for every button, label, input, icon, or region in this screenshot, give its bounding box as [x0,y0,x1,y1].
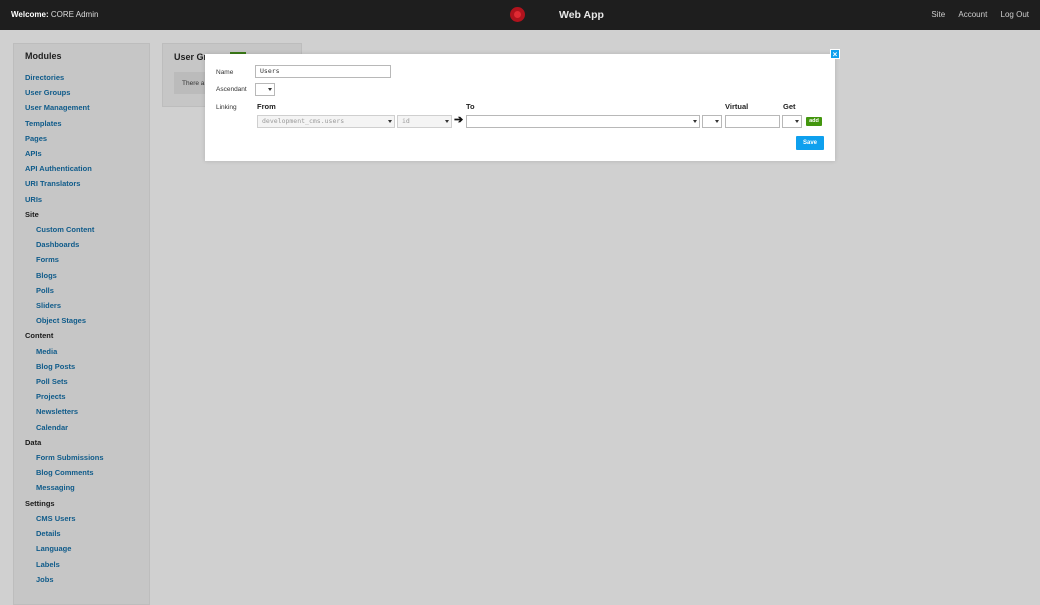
sidebar-section-header: Content [25,331,54,341]
ascendant-label: Ascendant [216,86,247,93]
sidebar-item[interactable]: Poll Sets [25,374,104,389]
sidebar-item[interactable]: Pages [25,131,104,146]
chevron-down-icon [268,88,272,91]
sidebar-item[interactable]: Media [25,344,104,359]
get-select[interactable] [782,115,802,128]
sidebar-item[interactable]: Newsletters [25,404,104,419]
sidebar-item[interactable]: Form Submissions [25,450,104,465]
app-title: Web App [559,9,604,21]
sidebar-section-header: Settings [25,498,55,508]
sidebar-item[interactable]: URI Translators [25,176,104,191]
chevron-down-icon [795,120,799,123]
chevron-down-icon [693,120,697,123]
sidebar-item[interactable]: Details [25,526,104,541]
get-column-header: Get [783,102,796,111]
sidebar-item[interactable]: Templates [25,116,104,131]
name-input[interactable]: Users [255,65,391,78]
to-column-header: To [466,102,475,111]
link-arrow-icon: ➔ [454,114,464,126]
sidebar-item[interactable]: CMS Users [25,511,104,526]
to-table-select[interactable] [466,115,700,128]
close-modal-icon[interactable]: × [830,49,840,59]
add-link-button[interactable]: add [806,117,822,126]
from-field-select[interactable]: id [397,115,452,128]
sidebar-item[interactable]: Forms [25,252,104,267]
from-table-select[interactable]: development_cms.users [257,115,395,128]
sidebar-item[interactable]: User Groups [25,85,104,100]
logout-link[interactable]: Log Out [1001,10,1029,19]
sidebar-title: Modules [25,51,62,61]
chevron-down-icon [715,120,719,123]
virtual-column-header: Virtual [725,102,749,111]
sidebar-item[interactable]: URIs [25,192,104,207]
top-bar: Welcome: CORE Admin Web App Site Account… [0,0,1040,30]
name-label: Name [216,69,234,76]
sidebar-item[interactable]: Blog Posts [25,359,104,374]
welcome-label: Welcome: [11,10,49,19]
chevron-down-icon [388,120,392,123]
from-table-value: development_cms.users [262,117,345,125]
sidebar-item[interactable]: User Management [25,100,104,115]
chevron-down-icon [445,120,449,123]
modules-sidebar: Modules Directories User Groups User Manag… [13,43,150,605]
sidebar-item[interactable]: Custom Content [25,222,104,237]
virtual-input[interactable] [725,115,780,128]
sidebar-section-header: Site [25,209,39,219]
sidebar-item[interactable]: Messaging [25,480,104,495]
top-nav: Site Account Log Out [920,10,1029,19]
sidebar-section-header: Data [25,437,42,447]
sidebar-item[interactable]: Polls [25,283,104,298]
sidebar-item[interactable]: Sliders [25,298,104,313]
sidebar-item[interactable]: Object Stages [25,313,104,328]
modules-menu: Directories User Groups User Management Tem… [25,70,104,587]
panel-title: User Gr [174,52,208,62]
sidebar-item[interactable]: API Authentication [25,161,104,176]
sidebar-item[interactable]: Language [25,541,104,556]
linking-label: Linking [216,104,237,111]
sidebar-item[interactable]: Projects [25,389,104,404]
sidebar-item[interactable]: Calendar [25,420,104,435]
sidebar-item[interactable]: Directories [25,70,104,85]
from-field-value: id [402,117,410,125]
sidebar-item[interactable]: Blog Comments [25,465,104,480]
to-field-select[interactable] [702,115,722,128]
save-button[interactable]: Save [796,136,824,150]
sidebar-item[interactable]: Blogs [25,268,104,283]
ascendant-select[interactable] [255,83,275,96]
welcome-text: Welcome: CORE Admin [11,10,98,19]
user-name: CORE Admin [50,10,99,19]
account-link[interactable]: Account [958,10,987,19]
sidebar-item[interactable]: APIs [25,146,104,161]
site-link[interactable]: Site [931,10,945,19]
sidebar-item[interactable]: Labels [25,557,104,572]
sidebar-item[interactable]: Dashboards [25,237,104,252]
app-logo-icon[interactable] [510,7,525,22]
from-column-header: From [257,102,276,111]
